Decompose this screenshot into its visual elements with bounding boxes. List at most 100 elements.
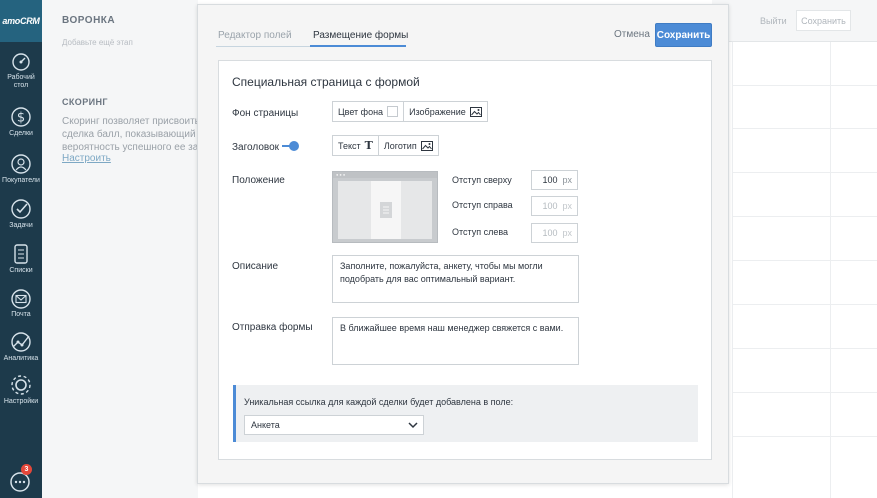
add-stage-hint: Добавьте ещё этап (62, 38, 133, 47)
grid-line (732, 42, 733, 498)
field-select[interactable]: Анкета (244, 415, 424, 435)
save-button[interactable]: Сохранить (655, 23, 712, 47)
panel-title: Специальная страница с формой (232, 75, 420, 89)
description-label: Описание (232, 261, 279, 272)
top-right-toolbar (712, 0, 877, 42)
dollar-icon: $ (11, 107, 31, 127)
scoring-setup-link[interactable]: Настроить (62, 153, 111, 164)
grid-line (732, 216, 877, 217)
nav-label-settings: Настройки (3, 398, 39, 405)
grid-line (732, 128, 877, 129)
unique-link-note: Уникальная ссылка для каждой сделки буде… (233, 385, 698, 442)
field-select-value: Анкета (251, 420, 280, 430)
bg-color-label: Цвет фона (338, 106, 384, 117)
nav-item-analytics[interactable]: Аналитика (0, 331, 42, 363)
page-bg-options: Цвет фона Изображение (332, 101, 488, 122)
offset-left-input[interactable]: 100 px (531, 223, 578, 243)
grid-line (732, 436, 877, 437)
page-bg-label: Фон страницы (232, 108, 299, 119)
offset-left-unit: px (562, 228, 572, 238)
note-text: Уникальная ссылка для каждой сделки буде… (244, 397, 514, 407)
svg-text:$: $ (17, 111, 25, 126)
chat-button[interactable]: 3 (7, 464, 33, 492)
image-icon (420, 140, 433, 151)
scoring-text: Скоринг позволяет присвоить к сделка бал… (62, 115, 197, 154)
analytics-icon (11, 332, 31, 352)
chevron-down-icon (408, 422, 418, 429)
left-nav: amoCRM Рабочий стол $ Сделки Покупатели … (0, 0, 42, 498)
heading-options: Текст T Логотип (332, 135, 439, 156)
bg-image-option[interactable]: Изображение (403, 102, 487, 121)
gear-icon (11, 375, 31, 395)
logo[interactable]: amoCRM (0, 0, 42, 42)
heading-logo-label: Логотип (383, 140, 417, 151)
pipeline-sidebar: ВОРОНКА Добавьте ещё этап СКОРИНГ Скорин… (42, 0, 198, 498)
offset-top-input[interactable]: 100 px (531, 170, 578, 190)
mail-icon (11, 289, 31, 309)
text-format-icon: T (364, 139, 373, 152)
pipeline-title: ВОРОНКА (62, 15, 116, 26)
grid-line (732, 392, 877, 393)
position-label: Положение (232, 175, 285, 186)
nav-item-mail[interactable]: Почта (0, 289, 42, 319)
heading-text-option[interactable]: Текст T (333, 136, 378, 155)
placement-panel: Специальная страница с формой Фон страни… (218, 60, 712, 460)
offset-left-label: Отступ слева (452, 227, 509, 237)
heading-toggle[interactable] (282, 141, 299, 151)
heading-text-label: Текст (338, 140, 361, 151)
dashboard-icon (12, 53, 30, 71)
bg-color-option[interactable]: Цвет фона (333, 102, 403, 121)
exit-link[interactable]: Выйти (760, 16, 787, 26)
tab-field-editor[interactable]: Редактор полей (218, 30, 292, 42)
heading-logo-option[interactable]: Логотип (377, 136, 438, 155)
window-dots-icon: ●●● (336, 172, 347, 177)
toggle-knob (289, 141, 299, 151)
image-icon (469, 106, 482, 117)
grid-line (830, 42, 831, 498)
active-tab-indicator (310, 45, 406, 47)
nav-label-deals: Сделки (9, 130, 33, 137)
offset-top-label: Отступ сверху (452, 175, 512, 185)
lists-icon (14, 244, 28, 264)
grid-line (732, 85, 877, 86)
offset-right-label: Отступ справа (452, 200, 513, 210)
scoring-title: СКОРИНГ (62, 97, 108, 107)
chat-badge: 3 (21, 464, 32, 475)
offset-top-unit: px (562, 175, 572, 185)
submit-textarea[interactable]: В ближайшее время наш менеджер свяжется … (332, 317, 579, 365)
nav-item-dashboard[interactable]: Рабочий стол (0, 52, 42, 90)
grid-line (732, 260, 877, 261)
scoring-line: Скоринг позволяет присвоить к (62, 116, 197, 127)
nav-item-settings[interactable]: Настройки (0, 374, 42, 406)
offset-right-input[interactable]: 100 px (531, 196, 578, 216)
scoring-line: сделка балл, показывающий (62, 129, 196, 140)
offset-right-unit: px (562, 201, 572, 211)
customers-icon (11, 154, 31, 174)
tab-form-placement[interactable]: Размещение формы (313, 30, 408, 42)
nav-item-deals[interactable]: $ Сделки (0, 106, 42, 138)
description-textarea[interactable]: Заполните, пожалуйста, анкету, чтобы мы … (332, 255, 579, 303)
preview-window-bar: ●●● (333, 172, 437, 178)
bg-image-label: Изображение (409, 106, 466, 117)
nav-label-mail: Почта (11, 311, 31, 318)
submit-label: Отправка формы (232, 322, 313, 333)
background-save-button[interactable]: Сохранить (796, 10, 851, 31)
nav-item-customers[interactable]: Покупатели (0, 153, 42, 185)
offset-right-value: 100 (542, 201, 558, 211)
nav-label-tasks: Задачи (9, 222, 33, 229)
nav-item-lists[interactable]: Списки (0, 243, 42, 275)
heading-label: Заголовок (232, 142, 280, 153)
nav-label-dashboard: Рабочий стол (7, 74, 35, 89)
nav-item-tasks[interactable]: Задачи (0, 198, 42, 230)
offset-left-value: 100 (542, 228, 558, 238)
position-preview[interactable]: ●●● (332, 171, 438, 243)
nav-label-analytics: Аналитика (3, 355, 39, 362)
nav-label-customers: Покупатели (2, 177, 40, 184)
form-settings-modal: Редактор полей Размещение формы Отмена С… (197, 4, 729, 484)
nav-label-lists: Списки (9, 267, 33, 274)
cancel-button[interactable]: Отмена (614, 29, 650, 40)
document-icon (380, 202, 392, 218)
offset-top-value: 100 (542, 175, 558, 185)
color-swatch (387, 106, 399, 117)
logo-text: amoCRM (2, 16, 40, 26)
